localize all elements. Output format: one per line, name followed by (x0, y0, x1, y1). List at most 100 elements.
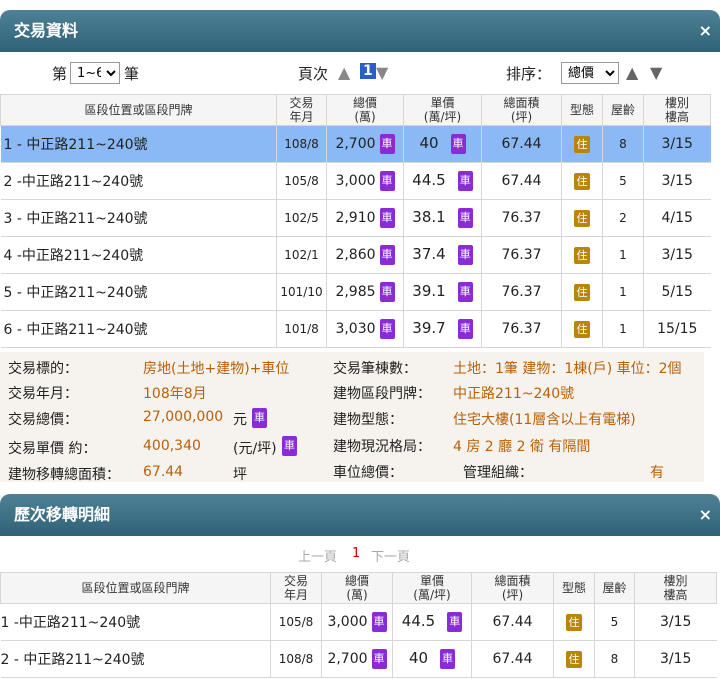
car-icon[interactable]: 車 (379, 208, 395, 228)
col-age[interactable]: 屋齡 (602, 94, 644, 126)
row-location[interactable]: 4 -中正路211~240號 (0, 236, 277, 274)
row-total: 3,000 車 (321, 603, 393, 641)
car-icon[interactable]: 車 (371, 649, 387, 669)
car-icon[interactable]: 車 (252, 408, 267, 428)
car-icon[interactable]: 車 (379, 245, 395, 265)
col-date[interactable]: 交易 年月 (270, 572, 322, 604)
row-location[interactable]: 6 - 中正路211~240號 (0, 310, 277, 348)
detail-date-label: 交易年月： (8, 386, 78, 402)
table-row[interactable]: 4 -中正路211~240號 102/1 2,860 車 37.4 車 76.37 住 1 3/1… (0, 236, 711, 274)
row-location[interactable]: 1 - 中正路211~240號 (0, 125, 277, 163)
detail-parking-label: 車位總價： (333, 465, 403, 481)
car-icon[interactable]: 車 (379, 134, 395, 154)
table-row[interactable]: 2 -中正路211~240號 105/8 3,000 車 44.5 車 67.44 住 5 3/1… (0, 162, 711, 200)
col-floor[interactable]: 樓別 樓高 (634, 572, 717, 604)
car-icon[interactable]: 車 (371, 612, 387, 632)
col-location[interactable]: 區段位置或區段門牌 (0, 94, 277, 126)
table-row[interactable]: 5 - 中正路211~240號 101/10 2,985 車 39.1 車 76.37 住 1 5… (0, 273, 711, 311)
range-prefix: 第 (52, 65, 68, 83)
current-page: 1 (352, 546, 361, 561)
residential-icon: 住 (574, 320, 590, 338)
col-location[interactable]: 區段位置或區段門牌 (0, 572, 271, 604)
row-area: 67.44 (481, 125, 562, 163)
col-total[interactable]: 總價 (萬) (321, 572, 393, 604)
row-age: 1 (602, 310, 644, 348)
row-type: 住 (553, 640, 595, 678)
car-icon[interactable]: 車 (457, 282, 473, 302)
table-row[interactable]: 3 - 中正路211~240號 102/5 2,910 車 38.1 車 76.37 住 2 4/… (0, 199, 711, 237)
col-type[interactable]: 型態 (553, 572, 595, 604)
col-area[interactable]: 總面積 (坪) (471, 572, 554, 604)
car-icon[interactable]: 車 (457, 245, 473, 265)
detail-unit-label: 交易單價 約： (8, 441, 97, 457)
row-total: 2,985 車 (326, 273, 404, 311)
car-icon[interactable]: 車 (440, 649, 456, 669)
col-unit[interactable]: 單價 (萬/坪) (403, 94, 482, 126)
row-floor: 3/15 (634, 640, 717, 678)
row-area: 67.44 (471, 640, 554, 678)
car-icon[interactable]: 車 (457, 208, 473, 228)
col-unit[interactable]: 單價 (萬/坪) (392, 572, 472, 604)
sort-asc-icon[interactable]: ▲ (626, 63, 638, 82)
col-date[interactable]: 交易 年月 (276, 94, 327, 126)
page-number: 1 (360, 63, 376, 79)
row-date: 101/8 (276, 310, 327, 348)
col-area[interactable]: 總面積 (坪) (481, 94, 562, 126)
col-total[interactable]: 總價 (萬) (326, 94, 404, 126)
row-type: 住 (561, 310, 603, 348)
car-icon[interactable]: 車 (379, 171, 395, 191)
detail-date-value: 108年8月 (143, 386, 207, 402)
sort-desc-icon[interactable]: ▼ (650, 63, 662, 82)
detail-addr-value: 中正路211~240號 (453, 386, 575, 402)
detail-btype-value: 住宅大樓(11層含以上有電梯) (453, 412, 636, 428)
range-select[interactable]: 1~6 (70, 62, 120, 84)
detail-total-label: 交易總價： (8, 412, 78, 428)
close-icon[interactable]: × (699, 494, 712, 536)
table-row[interactable]: 1 - 中正路211~240號 108/8 2,700 車 40 車 67.44 住 8 3/15 (0, 125, 711, 163)
row-type: 住 (561, 199, 603, 237)
row-location[interactable]: 3 - 中正路211~240號 (0, 199, 277, 237)
list-controls: 第 1~6 筆 頁次 ▲ 1 ▼ 排序： 總價 ▲ ▼ (0, 60, 720, 88)
row-floor: 5/15 (643, 273, 711, 311)
col-age[interactable]: 屋齡 (594, 572, 635, 604)
row-location[interactable]: 2 -中正路211~240號 (0, 162, 277, 200)
detail-target-label: 交易標的： (8, 361, 78, 377)
row-date: 102/1 (276, 236, 327, 274)
sort-select[interactable]: 總價 (561, 62, 619, 84)
detail-total-value: 27,000,000 (143, 409, 224, 425)
detail-area-value: 67.44 (143, 464, 184, 480)
close-icon[interactable]: × (699, 10, 712, 52)
detail-layout-value: 4 房 2 廳 2 衛 有隔間 (453, 439, 591, 455)
row-area: 76.37 (481, 310, 562, 348)
next-page-link[interactable]: 下一頁 (371, 546, 410, 565)
row-location[interactable]: 5 - 中正路211~240號 (0, 273, 277, 311)
col-type[interactable]: 型態 (561, 94, 603, 126)
prev-page-link[interactable]: 上一頁 (298, 546, 337, 565)
page-next-icon[interactable]: ▼ (376, 63, 388, 82)
table-row[interactable]: 2 - 中正路211~240號 108/8 2,700 車 40 車 67.44 住 8 3/15 (0, 640, 717, 678)
page-prev-icon[interactable]: ▲ (338, 63, 350, 82)
car-icon[interactable]: 車 (447, 612, 463, 632)
car-icon[interactable]: 車 (282, 436, 297, 456)
row-type: 住 (561, 162, 603, 200)
residential-icon: 住 (574, 135, 590, 153)
car-icon[interactable]: 車 (379, 319, 395, 339)
row-type: 住 (553, 603, 595, 641)
row-date: 101/10 (276, 273, 327, 311)
col-floor[interactable]: 樓別 樓高 (643, 94, 711, 126)
car-icon[interactable]: 車 (450, 134, 466, 154)
detail-area-unit: 坪 (233, 467, 247, 483)
car-icon[interactable]: 車 (457, 171, 473, 191)
row-unit: 44.5 車 (403, 162, 482, 200)
table-row[interactable]: 1 -中正路211~240號 105/8 3,000 車 44.5 車 67.44 住 5 3/1… (0, 603, 717, 641)
row-floor: 3/15 (634, 603, 717, 641)
row-age: 8 (594, 640, 635, 678)
row-location[interactable]: 2 - 中正路211~240號 (0, 640, 271, 678)
car-icon[interactable]: 車 (379, 282, 395, 302)
transaction-table: 區段位置或區段門牌 交易 年月 總價 (萬) 單價 (萬/坪) 總面積 (坪) 型態 屋… (0, 94, 711, 348)
row-age: 1 (602, 273, 644, 311)
car-icon[interactable]: 車 (457, 319, 473, 339)
detail-layout-label: 建物現況格局： (333, 439, 431, 455)
row-location[interactable]: 1 -中正路211~240號 (0, 603, 271, 641)
table-row[interactable]: 6 - 中正路211~240號 101/8 3,030 車 39.7 車 76.37 住 1 15… (0, 310, 711, 348)
